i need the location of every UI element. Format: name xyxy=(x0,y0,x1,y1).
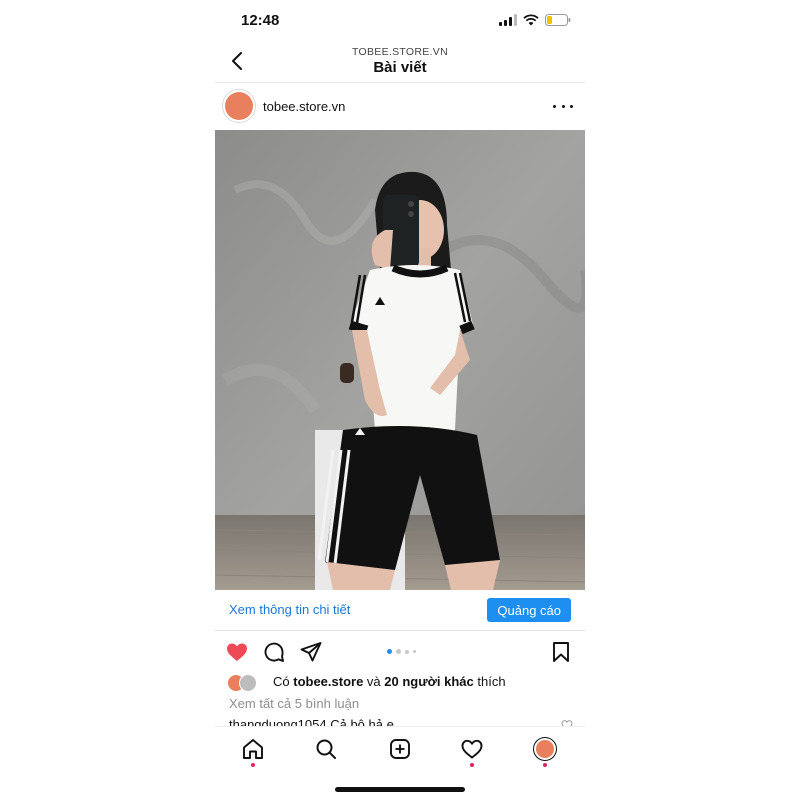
post-username[interactable]: tobee.store.vn xyxy=(263,99,345,114)
search-icon xyxy=(316,739,336,759)
phone-screen: 12:48 TOBEE.STORE.VN Bài viết tobee.stor… xyxy=(215,0,585,800)
more-options-button[interactable] xyxy=(553,98,573,114)
view-details-link[interactable]: Xem thông tin chi tiết xyxy=(229,602,350,617)
tab-activity-dot xyxy=(470,763,474,767)
likes-others[interactable]: 20 người khác xyxy=(384,674,473,689)
nav-header: TOBEE.STORE.VN Bài viết xyxy=(215,40,585,83)
comment-icon xyxy=(264,642,284,662)
avatar-logo xyxy=(225,92,253,120)
likes-middle: và xyxy=(363,674,385,689)
bottom-nav xyxy=(215,726,585,771)
wifi-icon xyxy=(523,14,539,26)
bookmark-icon xyxy=(553,642,569,662)
comment-username[interactable]: thangduong1054 xyxy=(229,717,327,726)
view-all-comments-link[interactable]: Xem tất cả 5 bình luận xyxy=(229,696,359,711)
comment-preview: thangduong1054 Cả bộ hả e xyxy=(229,716,569,726)
likes-user[interactable]: tobee.store xyxy=(293,674,363,689)
header-subtitle: TOBEE.STORE.VN xyxy=(351,46,448,58)
tab-home[interactable] xyxy=(241,737,265,761)
likes-summary[interactable]: Có tobee.store và 20 người khác thích xyxy=(273,674,506,689)
profile-avatar-icon xyxy=(536,740,554,758)
battery-low-icon xyxy=(545,14,571,26)
carousel-dot xyxy=(413,650,416,653)
heart-filled-icon xyxy=(227,643,247,661)
status-icons xyxy=(499,14,571,26)
carousel-dot xyxy=(405,649,409,654)
more-horizontal-icon xyxy=(553,104,556,108)
paper-plane-icon xyxy=(300,642,322,662)
tab-create[interactable] xyxy=(388,737,412,761)
status-time: 12:48 xyxy=(241,12,280,29)
tab-search[interactable] xyxy=(314,737,338,761)
save-button[interactable] xyxy=(549,640,573,664)
post-image[interactable] xyxy=(215,130,585,590)
carousel-indicator xyxy=(387,649,416,654)
post-header: tobee.store.vn xyxy=(215,86,585,128)
status-bar: 12:48 xyxy=(215,0,585,44)
comment-button[interactable] xyxy=(262,640,286,664)
liker-avatar xyxy=(239,674,257,692)
likes-prefix: Có xyxy=(273,674,294,689)
post-author-avatar[interactable] xyxy=(222,89,256,123)
home-indicator xyxy=(335,787,465,792)
tab-activity[interactable] xyxy=(460,737,484,761)
tab-profile-dot xyxy=(543,763,547,767)
liker-avatars[interactable] xyxy=(227,674,267,692)
likes-row: Có tobee.store và 20 người khác thích xyxy=(215,672,585,692)
add-post-icon xyxy=(390,739,410,759)
tab-home-dot xyxy=(251,763,255,767)
comment-text: Cả bộ hả e xyxy=(326,717,394,726)
like-button[interactable] xyxy=(225,640,249,664)
carousel-dot xyxy=(396,649,401,654)
likes-suffix: thích xyxy=(473,674,506,689)
ad-button[interactable]: Quảng cáo xyxy=(487,598,571,622)
cta-bar: Xem thông tin chi tiết Quảng cáo xyxy=(215,590,585,631)
post-actions xyxy=(215,638,585,666)
page-title: Bài viết xyxy=(373,59,427,76)
cellular-signal-icon xyxy=(499,14,517,26)
share-button[interactable] xyxy=(299,640,323,664)
tab-profile[interactable] xyxy=(533,737,557,761)
carousel-dot-active xyxy=(387,649,392,654)
post-photo xyxy=(215,130,585,590)
home-icon xyxy=(243,739,263,759)
heart-outline-icon xyxy=(461,739,483,759)
